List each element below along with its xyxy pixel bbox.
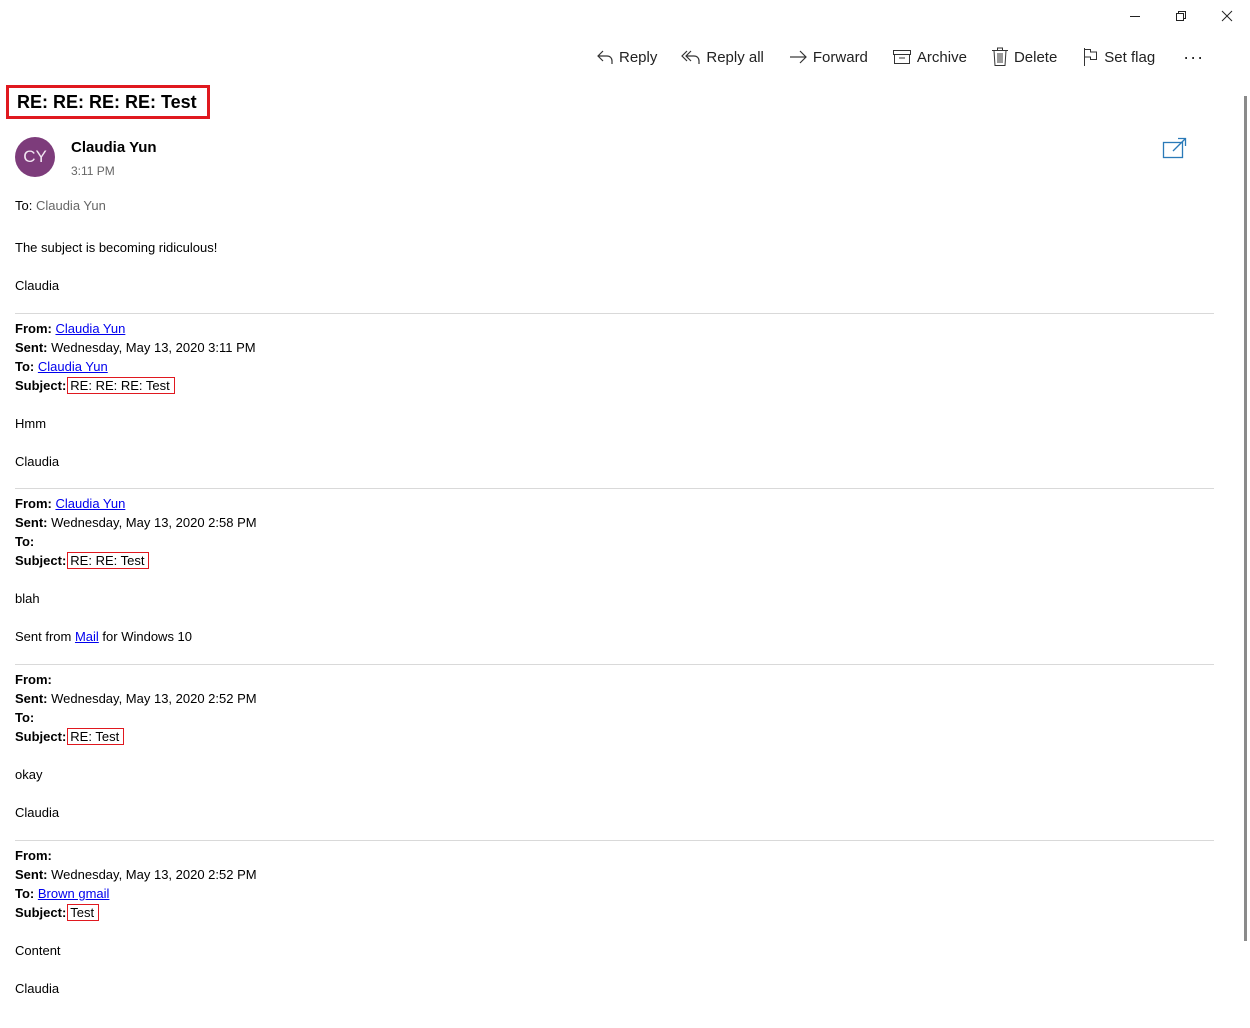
vertical-scrollbar[interactable] bbox=[1244, 96, 1247, 941]
quoted-subject-row: Subject: RE: RE: Test bbox=[15, 551, 150, 570]
subject-label: Subject: bbox=[15, 905, 67, 920]
minimize-icon bbox=[1130, 16, 1140, 17]
divider bbox=[15, 840, 1214, 841]
quoted-to-row: To: Claudia Yun bbox=[15, 357, 108, 376]
quoted-subject-row: Subject: Test bbox=[15, 903, 100, 922]
quoted-to-row: To: Brown gmail bbox=[15, 884, 109, 903]
message-toolbar: Reply Reply all Forward Archive Delete S… bbox=[596, 44, 1204, 70]
sent-value: Wednesday, May 13, 2020 2:52 PM bbox=[51, 691, 257, 706]
forward-icon bbox=[789, 50, 807, 64]
forward-button[interactable]: Forward bbox=[788, 48, 868, 66]
quoted-subject: Test bbox=[67, 904, 100, 921]
divider bbox=[15, 488, 1214, 489]
quoted-from-row: From: bbox=[15, 846, 52, 865]
sent-label: Sent: bbox=[15, 515, 48, 530]
quoted-body: okay bbox=[15, 767, 43, 782]
sent-value: Wednesday, May 13, 2020 2:58 PM bbox=[51, 515, 257, 530]
restore-icon bbox=[1176, 11, 1186, 21]
sign-prefix: Sent from bbox=[15, 629, 75, 644]
to-label: To: bbox=[15, 710, 35, 725]
from-label: From: bbox=[15, 672, 52, 687]
quoted-signature: Claudia bbox=[15, 981, 60, 996]
subject-label: Subject: bbox=[15, 729, 67, 744]
more-actions-button[interactable]: ··· bbox=[1183, 47, 1204, 68]
quoted-signature: Sent from Mail for Windows 10 bbox=[15, 627, 192, 646]
close-icon bbox=[1221, 10, 1233, 22]
from-link[interactable]: Claudia Yun bbox=[55, 321, 125, 336]
to-label: To: bbox=[15, 198, 33, 213]
sign-suffix: for Windows 10 bbox=[98, 629, 193, 644]
message-subject: RE: RE: RE: RE: Test bbox=[6, 85, 210, 119]
quoted-from-row: From: bbox=[15, 670, 52, 689]
quoted-sent-row: Sent: Wednesday, May 13, 2020 2:58 PM bbox=[15, 513, 257, 532]
trash-icon bbox=[991, 47, 1008, 66]
reply-all-icon bbox=[681, 50, 700, 64]
sent-label: Sent: bbox=[15, 691, 48, 706]
restore-button[interactable] bbox=[1158, 0, 1204, 32]
divider bbox=[15, 313, 1214, 314]
quoted-body: Hmm bbox=[15, 416, 47, 431]
sender-name[interactable]: Claudia Yun bbox=[71, 139, 157, 156]
forward-label: Forward bbox=[812, 48, 868, 66]
set-flag-label: Set flag bbox=[1104, 48, 1156, 66]
quoted-sent-row: Sent: Wednesday, May 13, 2020 3:11 PM bbox=[15, 338, 256, 357]
quoted-subject: RE: RE: Test bbox=[67, 552, 150, 569]
sent-label: Sent: bbox=[15, 340, 48, 355]
reply-label: Reply bbox=[619, 48, 658, 66]
subject-label: Subject: bbox=[15, 378, 67, 393]
quoted-signature: Claudia bbox=[15, 805, 60, 820]
close-button[interactable] bbox=[1204, 0, 1250, 32]
archive-label: Archive bbox=[916, 48, 967, 66]
divider bbox=[15, 664, 1214, 665]
sent-value: Wednesday, May 13, 2020 3:11 PM bbox=[51, 340, 256, 355]
window-controls bbox=[1112, 0, 1250, 32]
quoted-subject: RE: RE: RE: Test bbox=[67, 377, 175, 394]
archive-button[interactable]: Archive bbox=[892, 48, 967, 66]
quoted-body: Content bbox=[15, 943, 61, 958]
set-flag-button[interactable]: Set flag bbox=[1081, 47, 1155, 67]
quoted-sent-row: Sent: Wednesday, May 13, 2020 2:52 PM bbox=[15, 689, 257, 708]
minimize-button[interactable] bbox=[1112, 0, 1158, 32]
quoted-sent-row: Sent: Wednesday, May 13, 2020 2:52 PM bbox=[15, 865, 257, 884]
mail-link[interactable]: Mail bbox=[75, 629, 99, 644]
quoted-to-row: To: bbox=[15, 708, 34, 727]
quoted-signature: Claudia bbox=[15, 454, 60, 469]
from-link[interactable]: Claudia Yun bbox=[55, 496, 125, 511]
to-label: To: bbox=[15, 886, 35, 901]
from-label: From: bbox=[15, 321, 52, 336]
reply-all-label: Reply all bbox=[706, 48, 764, 66]
sent-time: 3:11 PM bbox=[71, 164, 115, 178]
archive-icon bbox=[892, 50, 911, 64]
reply-all-button[interactable]: Reply all bbox=[681, 48, 764, 66]
quoted-from-row: From: Claudia Yun bbox=[15, 494, 125, 513]
popout-icon bbox=[1162, 137, 1187, 159]
to-value[interactable]: Claudia Yun bbox=[36, 198, 106, 213]
flag-icon bbox=[1084, 48, 1098, 66]
reply-button[interactable]: Reply bbox=[596, 48, 657, 66]
open-in-new-window-button[interactable] bbox=[1162, 137, 1188, 166]
quoted-to-row: To: bbox=[15, 532, 34, 551]
avatar: CY bbox=[15, 137, 55, 177]
to-label: To: bbox=[15, 534, 35, 549]
quoted-subject-row: Subject: RE: RE: RE: Test bbox=[15, 376, 175, 395]
to-label: To: bbox=[15, 359, 35, 374]
sent-value: Wednesday, May 13, 2020 2:52 PM bbox=[51, 867, 257, 882]
to-link[interactable]: Claudia Yun bbox=[38, 359, 108, 374]
subject-label: Subject: bbox=[15, 553, 67, 568]
quoted-subject-row: Subject: RE: Test bbox=[15, 727, 125, 746]
recipient-line: To: Claudia Yun bbox=[15, 198, 106, 213]
body-signature: Claudia bbox=[15, 278, 60, 293]
from-label: From: bbox=[15, 848, 52, 863]
from-label: From: bbox=[15, 496, 52, 511]
delete-button[interactable]: Delete bbox=[991, 47, 1057, 67]
to-link[interactable]: Brown gmail bbox=[38, 886, 110, 901]
reply-icon bbox=[597, 50, 613, 64]
sent-label: Sent: bbox=[15, 867, 48, 882]
delete-label: Delete bbox=[1013, 48, 1058, 66]
body-line: The subject is becoming ridiculous! bbox=[15, 240, 218, 255]
quoted-body: blah bbox=[15, 591, 40, 606]
quoted-from-row: From: Claudia Yun bbox=[15, 319, 125, 338]
quoted-subject: RE: Test bbox=[67, 728, 125, 745]
